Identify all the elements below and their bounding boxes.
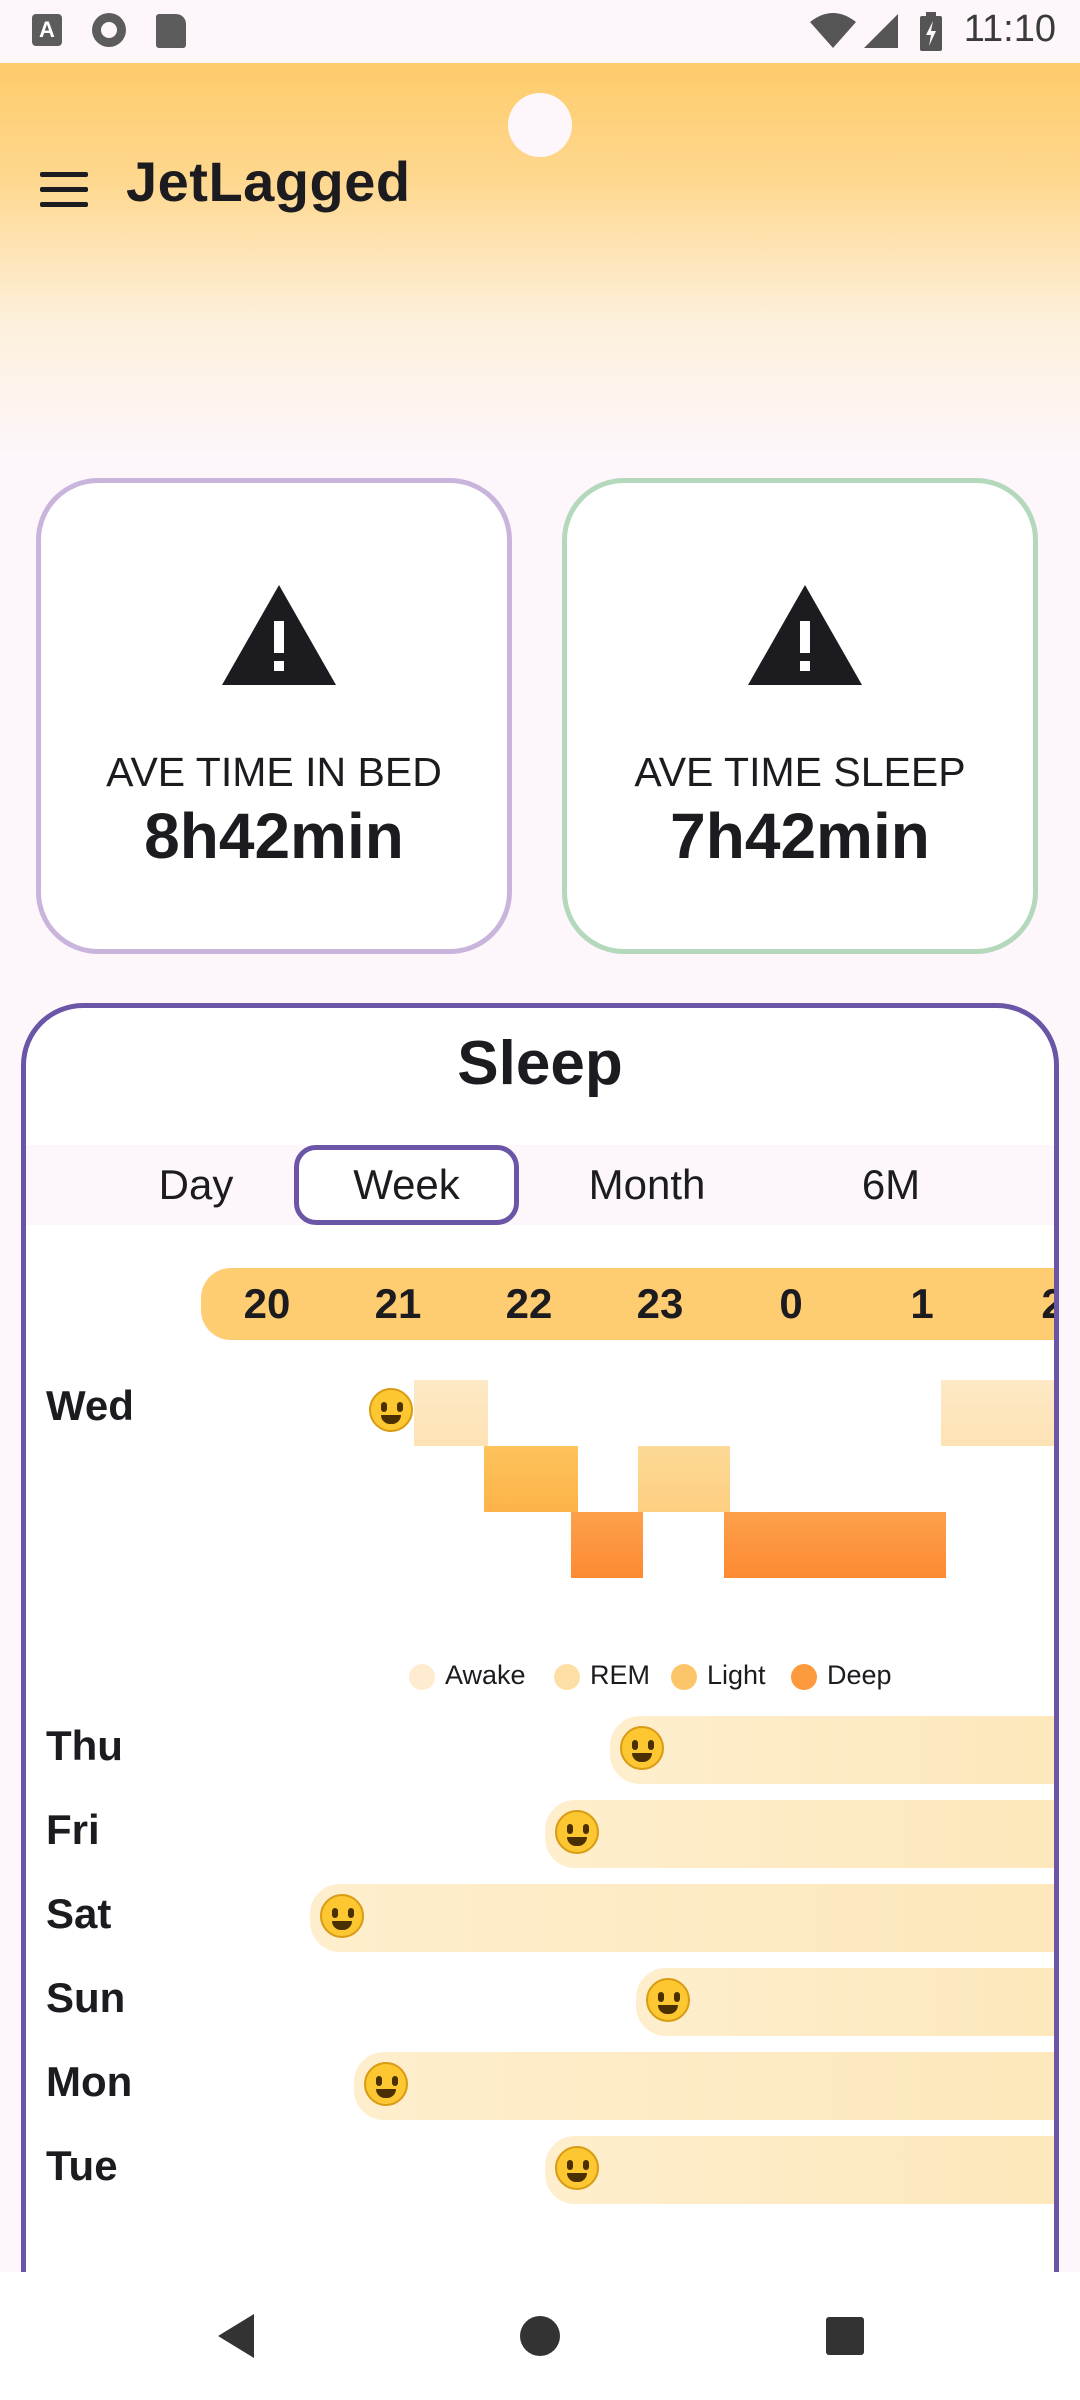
day-label: Mon xyxy=(46,2058,133,2105)
legend-dot xyxy=(671,1663,697,1690)
sleepy-face-icon xyxy=(555,2146,599,2190)
app-title: JetLagged xyxy=(126,150,411,213)
sleep-card: Sleep Day Week Month 6M 20 21 22 23 0 1 … xyxy=(21,1003,1059,2400)
legend-rem: REM xyxy=(554,1660,650,1691)
hour-label: 20 xyxy=(243,1280,291,1327)
tab-month[interactable]: Month xyxy=(542,1145,752,1225)
happy-face-icon xyxy=(320,1894,364,1938)
stage-light xyxy=(484,1446,578,1512)
sleep-title: Sleep xyxy=(457,1029,623,1098)
home-icon[interactable] xyxy=(520,2316,560,2356)
stat-card-time-in-bed: AVE TIME IN BED 8h42min xyxy=(36,478,512,954)
status-bar: A 11:10 xyxy=(0,0,1080,63)
stat-value: 8h42min xyxy=(144,800,404,872)
sleepy-face-icon xyxy=(620,1726,664,1770)
sleep-bar[interactable] xyxy=(545,2136,1054,2204)
hour-label: 23 xyxy=(636,1280,684,1327)
stat-label: AVE TIME IN BED xyxy=(106,749,442,795)
legend-dot xyxy=(554,1663,580,1690)
legend-label: Light xyxy=(707,1660,766,1690)
hour-label: 2 xyxy=(1013,1268,1054,1340)
app-header: JetLagged xyxy=(0,63,1080,463)
wifi-icon xyxy=(810,13,856,48)
happy-face-icon xyxy=(364,2062,408,2106)
day-label: Fri xyxy=(46,1806,100,1853)
sleep-bar[interactable] xyxy=(636,1968,1054,2036)
stat-card-time-sleep: AVE TIME SLEEP 7h42min xyxy=(562,478,1038,954)
stage-awake xyxy=(941,1380,1054,1446)
legend-label: Awake xyxy=(445,1660,526,1690)
tab-week[interactable]: Week xyxy=(294,1145,519,1225)
header-notch xyxy=(508,93,572,157)
stage-deep xyxy=(571,1512,643,1578)
battery-icon xyxy=(920,12,942,51)
back-icon[interactable] xyxy=(218,2314,254,2358)
stage-deep xyxy=(724,1512,946,1578)
sd-card-icon xyxy=(156,14,186,48)
warning-icon xyxy=(222,585,336,685)
day-label: Sat xyxy=(46,1890,112,1937)
stat-label: AVE TIME SLEEP xyxy=(634,749,966,795)
legend-light: Light xyxy=(671,1660,766,1691)
hour-axis: 20 21 22 23 0 1 2 xyxy=(201,1268,1054,1340)
hour-label: 21 xyxy=(374,1280,422,1327)
legend-label: REM xyxy=(590,1660,650,1690)
recent-apps-icon[interactable] xyxy=(826,2317,864,2355)
day-label: Thu xyxy=(46,1722,123,1769)
warning-icon xyxy=(748,585,862,685)
menu-icon[interactable] xyxy=(36,168,92,212)
stage-rem xyxy=(638,1446,730,1512)
tab-day[interactable]: Day xyxy=(101,1145,291,1225)
sleep-bar[interactable] xyxy=(610,1716,1054,1784)
day-label: Sun xyxy=(46,1974,126,2021)
period-tabs: Day Week Month 6M xyxy=(26,1145,1054,1225)
signal-icon xyxy=(864,14,898,48)
sleep-bar[interactable] xyxy=(310,1884,1054,1952)
happy-face-icon xyxy=(369,1388,413,1432)
tab-6m[interactable]: 6M xyxy=(786,1145,996,1225)
system-nav-bar xyxy=(0,2272,1080,2400)
day-label: Tue xyxy=(46,2142,118,2189)
hour-label: 0 xyxy=(779,1280,803,1327)
legend-deep: Deep xyxy=(791,1660,892,1691)
clock: 11:10 xyxy=(963,8,1056,50)
legend-dot xyxy=(409,1663,435,1690)
legend-awake: Awake xyxy=(409,1660,526,1691)
tired-face-icon xyxy=(646,1978,690,2022)
day-label: Wed xyxy=(46,1382,134,1429)
smirk-face-icon xyxy=(555,1810,599,1854)
sleep-bar[interactable] xyxy=(354,2052,1054,2120)
hour-label: 1 xyxy=(910,1280,934,1327)
stage-awake xyxy=(414,1380,488,1446)
stat-value: 7h42min xyxy=(670,800,930,872)
legend-dot xyxy=(791,1663,817,1690)
notification-a-icon: A xyxy=(32,14,62,46)
hour-label: 22 xyxy=(505,1280,553,1327)
legend-label: Deep xyxy=(827,1660,892,1690)
sleep-bar[interactable] xyxy=(545,1800,1054,1868)
record-icon xyxy=(92,13,126,47)
